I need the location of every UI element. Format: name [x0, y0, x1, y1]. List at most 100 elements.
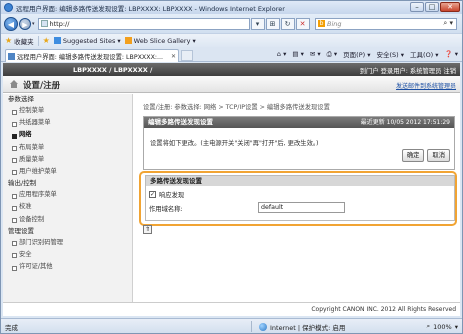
sidebar-group-preferences: 参数选择 — [8, 95, 34, 103]
zone-label: Internet | 保护模式: 启用 — [270, 324, 346, 332]
close-button[interactable]: ✕ — [440, 2, 460, 12]
section-title: 多路传送发现设置 — [146, 176, 454, 186]
tab-close-icon[interactable]: ✕ — [171, 53, 176, 60]
page-footer: Copyright CANON INC. 2012 All Rights Res… — [3, 302, 460, 316]
minimize-button[interactable]: – — [410, 2, 424, 12]
tab-current[interactable]: 远程用户界面: 编辑多路传送发现设置: LBPXXXX:... ✕ — [5, 49, 179, 62]
ie-logo-icon — [4, 3, 13, 12]
tab-title: 远程用户界面: 编辑多路传送发现设置: LBPXXXX:... — [17, 53, 164, 61]
page-header: 设置/注册 发送邮件到系统管理员 — [3, 76, 460, 93]
history-dropdown-icon[interactable]: ▾ — [32, 21, 35, 27]
sidebar-item-user-maintenance-menu[interactable]: 用户维护菜单 — [3, 166, 132, 178]
fav-suggested-sites[interactable]: Suggested Sites ▾ — [53, 36, 121, 45]
divider — [251, 321, 252, 332]
feeds-icon[interactable]: ▤ ▾ — [292, 50, 303, 58]
sidebar-item-layout-menu[interactable]: 布局菜单 — [3, 142, 132, 154]
change-note: 设置将如下更改。(主电源开关"关闭"再"打开"后, 更改生效。) — [150, 140, 319, 147]
forward-button[interactable]: ▶ — [19, 17, 31, 30]
fav-web-slice-gallery[interactable]: Web Slice Gallery ▾ — [124, 36, 196, 45]
device-header: LBPXXXX / LBPXXXX / 到门户 登录用户: 系统管理员 注销 — [3, 63, 460, 76]
mail-icon[interactable]: ✉ ▾ — [310, 50, 321, 58]
home-icon[interactable]: ⌂ ▾ — [277, 50, 286, 58]
breadcrumb[interactable]: 设置/注册: 参数选择: 网络 > TCP/IP设置 > 编辑多路传送发现设置 — [143, 102, 330, 111]
settings-home-icon — [10, 80, 18, 88]
title-bar: 远程用户界面: 编辑多路传送发现设置: LBPXXXX: LBPXXXX - W… — [1, 1, 462, 14]
page-icon — [40, 20, 48, 27]
fav-item-label: Suggested Sites ▾ — [62, 36, 121, 45]
address-input[interactable]: http:// — [50, 20, 70, 28]
favorites-label: 收藏夹 — [14, 37, 34, 46]
status-text: 完成 — [5, 324, 18, 332]
tools-menu[interactable]: 工具(O) ▾ — [410, 49, 439, 59]
favorites-bar: ★ 收藏夹 ★ Suggested Sites ▾ Web Slice Gall… — [1, 33, 462, 47]
device-model: LBPXXXX / LBPXXXX / — [73, 66, 153, 74]
star-icon: ★ — [5, 36, 13, 45]
panel-header: 编辑多路传送发现设置 最近更新 10/05 2012 17:51:29 — [144, 117, 454, 128]
divider — [37, 35, 39, 46]
window-title: 远程用户界面: 编辑多路传送发现设置: LBPXXXX: LBPXXXX - W… — [16, 4, 285, 13]
panel-title: 编辑多路传送发现设置 — [148, 118, 213, 126]
respond-discovery-checkbox[interactable]: ✓ — [149, 191, 156, 198]
tab-row: 远程用户界面: 编辑多路传送发现设置: LBPXXXX:... ✕ ⌂ ▾ ▤ … — [1, 47, 462, 62]
security-zone[interactable]: Internet | 保护模式: 启用 — [259, 322, 345, 332]
fav-item-label: Web Slice Gallery ▾ — [133, 36, 196, 45]
sidebar-item-feeder-menu[interactable]: 共纸器菜单 — [3, 117, 132, 129]
page-menu[interactable]: 页面(P) ▾ — [343, 49, 370, 59]
address-bar[interactable]: http:// — [37, 17, 250, 30]
sidebar-item-security[interactable]: 安全 — [3, 249, 132, 261]
new-tab-button[interactable] — [181, 50, 193, 61]
sidebar-item-application-menu[interactable]: 应用程序菜单 — [3, 189, 132, 201]
favorites-button[interactable]: ★ 收藏夹 — [5, 36, 34, 46]
globe-icon — [259, 323, 267, 331]
maximize-button[interactable]: □ — [425, 2, 439, 12]
stop-button[interactable]: ✕ — [295, 17, 310, 30]
edit-panel: 编辑多路传送发现设置 最近更新 10/05 2012 17:51:29 设置将如… — [143, 116, 455, 170]
sidebar: 参数选择 控制菜单 共纸器菜单 网络 布局菜单 质量菜单 用户维护菜单 输出/控… — [3, 94, 133, 302]
refresh-button[interactable]: ↻ — [280, 17, 295, 30]
zoom-level: 100% — [433, 322, 452, 331]
page-title: 设置/注册 — [23, 81, 61, 91]
last-updated: 最近更新 10/05 2012 17:51:29 — [360, 119, 450, 126]
safety-menu[interactable]: 安全(S) ▾ — [377, 49, 405, 59]
multicast-discovery-section: 多路传送发现设置 ✓ 响应发现 作用域名称: default — [145, 175, 455, 221]
magnifier-icon: ⌕ — [426, 322, 431, 330]
back-button[interactable]: ◀ — [4, 16, 18, 31]
suggested-sites-icon — [53, 37, 61, 44]
tab-page-icon — [8, 52, 15, 60]
zoom-control[interactable]: ⌕ 100% ▾ — [427, 322, 459, 331]
respond-discovery-label: 响应发现 — [159, 192, 185, 199]
sidebar-group-output-control: 输出/控制 — [8, 179, 37, 188]
search-input[interactable]: Bing — [327, 20, 342, 28]
address-row: ◀ ▶ ▾ http:// ▾ ⊞ ↻ ✕ b Bing ⌕ ▾ — [1, 14, 462, 33]
command-bar: ⌂ ▾ ▤ ▾ ✉ ▾ ⎙ ▾ 页面(P) ▾ 安全(S) ▾ 工具(O) ▾ … — [277, 49, 458, 60]
web-page: LBPXXXX / LBPXXXX / 到门户 登录用户: 系统管理员 注销 设… — [3, 63, 460, 316]
chevron-down-icon: ▾ — [454, 322, 458, 331]
bing-logo-icon: b — [318, 20, 325, 27]
sidebar-item-quality-menu[interactable]: 质量菜单 — [3, 154, 132, 166]
web-slice-icon — [124, 37, 132, 44]
mail-admin-link[interactable]: 发送邮件到系统管理员 — [396, 81, 456, 90]
sidebar-item-device-control[interactable]: 设备控制 — [3, 214, 132, 226]
cancel-button[interactable]: 取消 — [427, 149, 450, 162]
sidebar-item-calibration[interactable]: 校准 — [3, 201, 132, 213]
browser-window: 远程用户界面: 编辑多路传送发现设置: LBPXXXX: LBPXXXX - W… — [0, 0, 463, 334]
scope-name-input[interactable]: default — [258, 202, 345, 213]
search-box[interactable]: b Bing ⌕ ▾ — [315, 17, 457, 30]
scope-name-label: 作用域名称: — [149, 206, 183, 213]
compatibility-view-button[interactable]: ⊞ — [265, 17, 280, 30]
copyright: Copyright CANON INC. 2012 All Rights Res… — [311, 306, 456, 313]
status-bar: 完成 Internet | 保护模式: 启用 ⌕ 100% ▾ — [1, 318, 462, 333]
sidebar-item-control-menu[interactable]: 控制菜单 — [3, 105, 132, 117]
sidebar-item-department-id[interactable]: 部门识别码管理 — [3, 237, 132, 249]
ok-button[interactable]: 确定 — [401, 149, 425, 162]
sidebar-item-network[interactable]: 网络 — [3, 129, 132, 141]
address-dropdown-button[interactable]: ▾ — [250, 17, 265, 30]
back-to-top-icon[interactable]: ⇑ — [143, 225, 152, 234]
sidebar-item-license-other[interactable]: 许可证/其他 — [3, 261, 132, 273]
header-links[interactable]: 到门户 登录用户: 系统管理员 注销 — [360, 66, 456, 75]
help-menu[interactable]: ❓ ▾ — [445, 50, 458, 58]
sidebar-group-management: 管理设置 — [8, 226, 34, 235]
add-favorite-icon[interactable]: ★ — [43, 36, 50, 45]
search-icon[interactable]: ⌕ ▾ — [443, 19, 453, 28]
print-icon[interactable]: ⎙ ▾ — [327, 50, 338, 59]
